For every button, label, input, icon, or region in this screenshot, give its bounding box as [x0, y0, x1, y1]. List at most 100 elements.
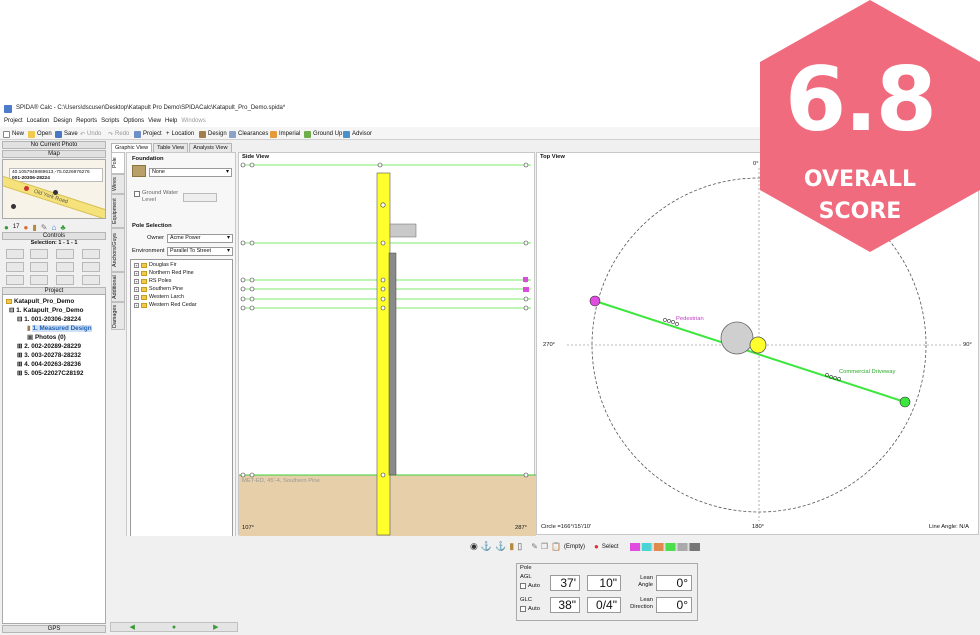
menu-options[interactable]: Options — [123, 118, 144, 124]
glc-auto-checkbox[interactable] — [520, 606, 526, 612]
tree-location-1[interactable]: ⊟ 1. 001-20306-28224 — [17, 316, 81, 323]
list-item[interactable]: + Northern Red Pine — [134, 270, 194, 276]
ground-up-button[interactable]: Ground Up — [304, 130, 342, 138]
list-item[interactable]: + Southern Pine — [134, 286, 183, 292]
control-button[interactable] — [6, 275, 24, 285]
tree-root[interactable]: Katapult_Pro_Demo — [6, 298, 74, 305]
save-button[interactable]: Save — [55, 130, 78, 138]
nav-prev-icon[interactable]: ◀ — [129, 623, 134, 631]
transformer[interactable] — [389, 223, 417, 238]
remove-icon[interactable]: ● — [24, 223, 29, 232]
tree-photos[interactable]: ▣ Photos (0) — [27, 334, 66, 341]
tree-location-2[interactable]: ⊞ 2. 002-20289-28229 — [17, 343, 81, 350]
span-line[interactable] — [594, 300, 906, 403]
control-first-button[interactable] — [6, 249, 24, 259]
copy-icon[interactable]: ❐ — [541, 542, 548, 551]
agl-auto-checkbox[interactable] — [520, 583, 526, 589]
add-icon[interactable]: ● — [4, 223, 9, 232]
list-item[interactable]: + Western Larch — [134, 294, 184, 300]
tab-additional[interactable]: Additional — [111, 272, 125, 302]
menu-project[interactable]: Project — [4, 118, 23, 124]
tab-damages[interactable]: Damages — [111, 302, 125, 330]
clearances-button[interactable]: Clearances — [229, 130, 268, 138]
tree-lead[interactable]: ⊟ 1. Katapult_Pro_Demo — [9, 307, 83, 314]
project-button[interactable]: Project — [134, 130, 162, 138]
menu-location[interactable]: Location — [27, 118, 50, 124]
tab-pole[interactable]: Pole — [111, 152, 125, 174]
crossarm-icon[interactable]: ⚓ — [481, 541, 492, 552]
agl-inches-input[interactable]: 10" — [587, 575, 621, 591]
nav-next-icon[interactable]: ▶ — [213, 623, 218, 631]
span-end-driveway[interactable] — [899, 396, 911, 408]
control-button[interactable] — [56, 275, 74, 285]
undo-button[interactable]: ↶ Undo — [80, 130, 101, 138]
tab-equipment[interactable]: Equipment — [111, 194, 125, 228]
control-button[interactable] — [82, 275, 100, 285]
control-delete-button[interactable] — [82, 249, 100, 259]
glc-feet-input[interactable]: 38" — [550, 597, 580, 613]
anchor-icon[interactable]: ⚓ — [495, 541, 506, 552]
control-button[interactable] — [30, 262, 48, 272]
imperial-button[interactable]: Imperial — [270, 130, 300, 138]
map-view[interactable]: 40.1057949889613,-75.0226976276 001-2030… — [2, 159, 106, 219]
target-icon[interactable]: ◉ — [470, 541, 478, 552]
menu-scripts[interactable]: Scripts — [101, 118, 119, 124]
tree-location-3[interactable]: ⊞ 3. 003-20278-28232 — [17, 352, 81, 359]
redo-button[interactable]: ↷ Redo — [108, 130, 129, 138]
list-item[interactable]: + RS Poles — [134, 278, 171, 284]
nav-center-icon[interactable]: ● — [172, 624, 176, 631]
list-item[interactable]: + Douglas Fir — [134, 262, 177, 268]
agl-feet-input[interactable]: 37' — [550, 575, 580, 591]
open-button[interactable]: Open — [28, 130, 52, 138]
paste-empty-label[interactable]: (Empty) — [564, 544, 585, 550]
tools-icon[interactable]: ✎ — [41, 223, 48, 232]
map-pole-marker[interactable] — [53, 190, 58, 195]
tree-icon[interactable]: ♣ — [60, 223, 65, 232]
pole-icon[interactable]: ▮ — [32, 223, 36, 232]
menu-windows[interactable]: Windows — [181, 118, 205, 124]
foundation-select[interactable]: None — [149, 168, 232, 177]
tab-anchors-guys[interactable]: Anchors/Guys — [111, 228, 125, 272]
glc-inches-input[interactable]: 0/4" — [587, 597, 621, 613]
side-view[interactable]: Side View MET-ED, 45'-4, Southern Pine 1… — [238, 152, 536, 536]
equipment-icon[interactable]: ▯ — [517, 541, 522, 552]
control-button[interactable] — [6, 262, 24, 272]
environment-select[interactable]: Parallel To Street — [167, 247, 233, 256]
pole-footprint[interactable] — [720, 321, 754, 355]
control-prev-button[interactable] — [30, 249, 48, 259]
paste-icon[interactable]: 📋 — [551, 542, 561, 551]
edit-icon[interactable]: ✎ — [531, 542, 538, 551]
tree-location-5[interactable]: ⊞ 5. 005-22027C28192 — [17, 370, 83, 377]
map-pole-marker[interactable] — [24, 186, 29, 191]
riser[interactable] — [388, 252, 397, 476]
span-end-pedestrian[interactable] — [589, 295, 601, 307]
tree-design[interactable]: ▮ 1. Measured Design — [27, 325, 92, 332]
control-next-button[interactable] — [56, 249, 74, 259]
map-pole-marker[interactable] — [11, 204, 16, 209]
pole[interactable] — [376, 172, 391, 536]
ground-water-checkbox[interactable] — [134, 191, 140, 197]
owner-select[interactable]: Acme Power — [167, 234, 233, 243]
select-icon[interactable]: ● — [594, 542, 599, 551]
select-label[interactable]: Select — [602, 544, 619, 550]
layer-filter-buttons[interactable] — [629, 542, 700, 551]
tab-analysis-view[interactable]: Analysis View — [189, 143, 232, 152]
ground-water-input[interactable] — [183, 193, 217, 202]
list-item[interactable]: + Western Red Cedar — [134, 302, 197, 308]
menu-reports[interactable]: Reports — [76, 118, 97, 124]
design-button[interactable]: Design — [199, 130, 227, 138]
control-button[interactable] — [30, 275, 48, 285]
location-button[interactable]: + Location — [166, 130, 194, 138]
home-icon[interactable]: ⌂ — [51, 223, 56, 232]
control-button[interactable] — [56, 262, 74, 272]
menu-view[interactable]: View — [148, 118, 161, 124]
pole-icon[interactable]: ▮ — [509, 541, 514, 552]
control-button[interactable] — [82, 262, 100, 272]
lean-direction-input[interactable]: 0° — [656, 597, 692, 613]
tab-graphic-view[interactable]: Graphic View — [111, 143, 153, 152]
new-button[interactable]: New — [3, 130, 24, 138]
advisor-button[interactable]: Advisor — [343, 130, 372, 138]
menu-help[interactable]: Help — [165, 118, 177, 124]
tab-wires[interactable]: Wires — [111, 174, 125, 194]
menu-design[interactable]: Design — [53, 118, 72, 124]
